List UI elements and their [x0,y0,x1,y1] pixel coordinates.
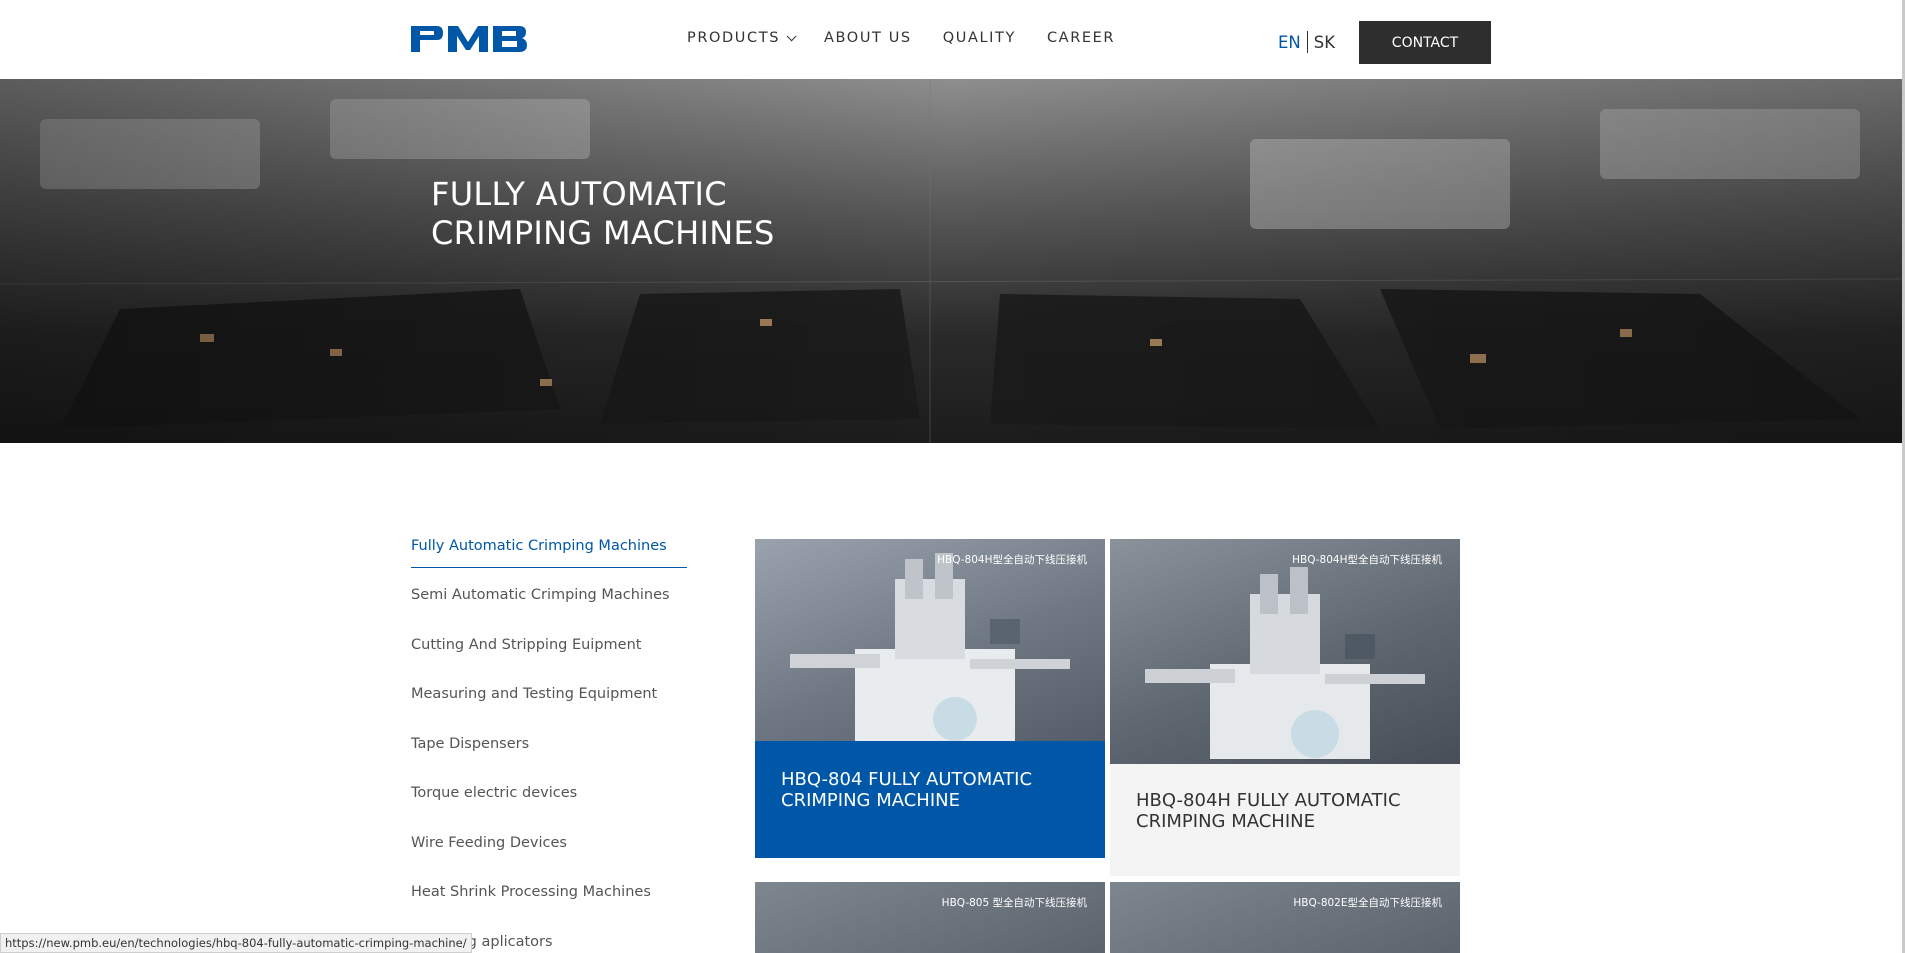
browser-status-bar: https://new.pmb.eu/en/technologies/hbq-8… [0,933,472,953]
lang-sk-link[interactable]: SK [1314,33,1335,52]
product-image: HBQ-804H型全自动下线压接机 [1110,539,1460,764]
product-image-caption: HBQ-804H型全自动下线压接机 [1292,554,1442,566]
sidebar-item-semi-automatic[interactable]: Semi Automatic Crimping Machines [411,585,687,635]
sidebar-item-wire-feeding[interactable]: Wire Feeding Devices [411,833,687,883]
sidebar-item-measuring-testing[interactable]: Measuring and Testing Equipment [411,684,687,734]
product-card[interactable]: HBQ-804H型全自动下线压接机 HBQ-804H FULLY AUTOMAT… [1110,539,1460,876]
pmb-logo[interactable] [411,26,527,52]
category-sidebar: Fully Automatic Crimping Machines Semi A… [411,536,687,953]
nav-career[interactable]: CAREER [1047,30,1115,46]
product-image-caption: HBQ-805 型全自动下线压接机 [941,897,1087,909]
crimping-machine-illustration [790,553,1070,741]
product-image: HBQ-804H型全自动下线压接机 [755,539,1105,741]
product-image-caption: HBQ-804H型全自动下线压接机 [937,554,1087,566]
chevron-down-icon [786,30,797,41]
language-switcher: EN SK [1278,31,1335,53]
sidebar-item-tape-dispensers[interactable]: Tape Dispensers [411,734,687,784]
product-title: HBQ-804 FULLY AUTOMATIC CRIMPING MACHINE [755,741,1105,858]
site-header: PRODUCTS ABOUT US QUALITY CAREER EN SK C… [0,0,1905,79]
lang-divider [1306,31,1308,53]
nav-about-us[interactable]: ABOUT US [824,30,912,46]
nav-quality[interactable]: QUALITY [943,30,1016,46]
crimping-machine-illustration [1145,567,1425,759]
product-card[interactable]: HBQ-804H型全自动下线压接机 HBQ-804 FULLY AUTOMATI… [755,539,1105,858]
product-title: HBQ-804H FULLY AUTOMATIC CRIMPING MACHIN… [1110,764,1460,876]
sidebar-item-cutting-stripping[interactable]: Cutting And Stripping Euipment [411,635,687,685]
product-image: HBQ-805 型全自动下线压接机 [755,882,1105,953]
nav-products-label: PRODUCTS [687,30,780,46]
contact-button[interactable]: CONTACT [1359,21,1491,64]
lang-en-link[interactable]: EN [1278,33,1301,52]
nav-products[interactable]: PRODUCTS [687,30,797,46]
product-image-caption: HBQ-802E型全自动下线压接机 [1293,897,1442,909]
product-card[interactable]: HBQ-805 型全自动下线压接机 [755,882,1105,953]
sidebar-item-heat-shrink[interactable]: Heat Shrink Processing Machines [411,882,687,932]
main-nav: PRODUCTS ABOUT US QUALITY CAREER [687,30,1146,46]
sidebar-item-fully-automatic[interactable]: Fully Automatic Crimping Machines [411,536,687,568]
sidebar-item-torque-devices[interactable]: Torque electric devices [411,783,687,833]
product-image: HBQ-802E型全自动下线压接机 [1110,882,1460,953]
page-title: FULLY AUTOMATIC CRIMPING MACHINES [431,175,775,252]
hero-banner: FULLY AUTOMATIC CRIMPING MACHINES [0,79,1905,443]
product-card[interactable]: HBQ-802E型全自动下线压接机 [1110,882,1460,953]
hero-background-image [0,79,1905,443]
